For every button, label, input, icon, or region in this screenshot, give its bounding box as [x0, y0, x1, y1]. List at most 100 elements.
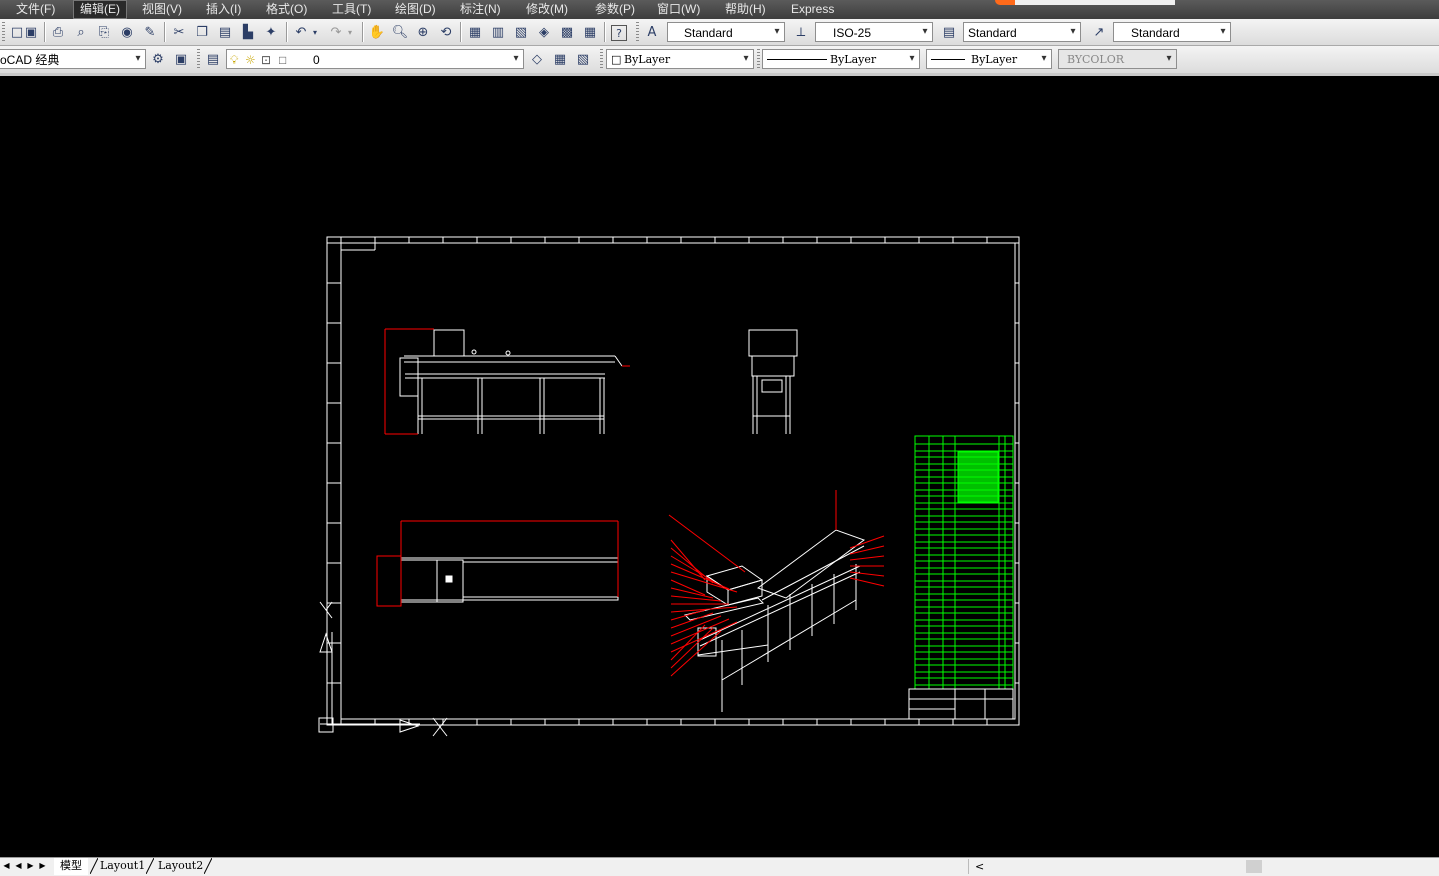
horizontal-scrollbar[interactable]: < [968, 859, 1439, 874]
prev-tab-icon[interactable]: ◀ [13, 859, 24, 873]
scroll-left-icon[interactable]: < [975, 859, 984, 874]
next-tab-icon[interactable]: ▶ [25, 859, 36, 873]
table-style-icon[interactable]: ▤ [940, 23, 958, 41]
menu-help[interactable]: 帮助(H) [719, 1, 772, 18]
pan-icon[interactable]: ✋ [368, 23, 386, 41]
workspace-settings-icon[interactable]: ⚙ [149, 50, 167, 68]
menu-tools[interactable]: 工具(T) [326, 1, 377, 18]
layer-on-icon: 💡︎ [230, 53, 239, 67]
markup-icon[interactable]: ▩ [558, 23, 576, 41]
menu-file[interactable]: 文件(F) [10, 1, 61, 18]
menu-express[interactable]: Express [785, 1, 840, 18]
toolbar-grip[interactable] [197, 49, 200, 69]
undo-icon[interactable]: ↶ [292, 23, 310, 41]
scroll-thumb[interactable] [1246, 860, 1262, 873]
dim-style-select[interactable]: ISO-25 ▾ [815, 22, 933, 42]
linetype-control-select[interactable]: ByLayer ▾ [762, 49, 920, 69]
table-style-select[interactable]: Standard ▾ [963, 22, 1081, 42]
design-center-icon[interactable]: ▥ [489, 23, 507, 41]
ucs-icon [318, 601, 448, 737]
tab-model[interactable]: 模型 [54, 858, 88, 875]
toolbar-grip[interactable] [636, 22, 639, 42]
layer-states-icon[interactable]: ▦ [551, 50, 569, 68]
side-view [748, 329, 798, 434]
chevron-down-icon: ▾ [1070, 26, 1076, 37]
layer-previous-icon[interactable]: ▧ [574, 50, 592, 68]
balloon-leader [668, 514, 746, 573]
menu-format[interactable]: 格式(O) [260, 1, 313, 18]
print-icon[interactable]: ⎙ [49, 23, 67, 41]
paste-icon[interactable]: ▤ [216, 23, 234, 41]
chevron-down-icon: ▾ [513, 53, 519, 64]
toolbar-grip[interactable] [2, 22, 5, 42]
lineweight-preview [931, 59, 965, 60]
layout-tab-bar: ◀ ◀ ▶ ▶ 模型 Layout1 Layout2 < [0, 857, 1439, 876]
model-space-canvas[interactable] [0, 76, 1439, 857]
color-control-select[interactable]: □ ByLayer ▾ [606, 49, 754, 69]
layer-lock-icon: ⊡ [261, 53, 272, 67]
sheet-set-icon[interactable]: ◈ [535, 23, 553, 41]
undo-dropdown-icon[interactable]: ▾ [310, 23, 320, 41]
chevron-down-icon: ▾ [1041, 53, 1047, 64]
balloon-leader [849, 555, 885, 561]
balloon-leader [670, 612, 714, 629]
plotstyle-control-select: BYCOLOR ▾ [1058, 49, 1177, 69]
toolbar-grip[interactable] [600, 49, 603, 69]
menu-parametric[interactable]: 参数(P) [589, 1, 641, 18]
layer-properties-icon[interactable]: ▤ [204, 50, 222, 68]
properties-icon[interactable]: ▦ [466, 23, 484, 41]
dim-style-icon[interactable]: ⟂ [792, 23, 810, 41]
cut-icon[interactable]: ✂ [170, 23, 188, 41]
help-icon[interactable]: ? [611, 25, 627, 41]
layer-color-swatch: □ [279, 53, 287, 67]
tab-layout1[interactable]: Layout1 [94, 858, 151, 874]
workspace-customize-icon[interactable]: ▣ [172, 50, 190, 68]
balloon-leader [670, 595, 722, 602]
front-view [399, 329, 623, 434]
layer-select[interactable]: 💡︎ ☼ ⊡ □ 0 ▾ [226, 49, 524, 69]
menu-bar: 文件(F) 编辑(E) 视图(V) 插入(I) 格式(O) 工具(T) 绘图(D… [0, 0, 1439, 19]
balloon-leader [849, 577, 885, 587]
top-view [400, 557, 619, 603]
first-tab-icon[interactable]: ◀ [1, 859, 12, 873]
balloon-leader [670, 563, 730, 590]
publish-icon[interactable]: ⎘ [95, 23, 113, 41]
mleader-style-icon[interactable]: ↗ [1090, 23, 1108, 41]
redo-icon[interactable]: ↷ [327, 23, 345, 41]
zoom-realtime-icon[interactable]: 🔍︎ [391, 23, 409, 41]
title-block-footer [908, 688, 1014, 720]
linetype-preview [767, 59, 827, 60]
block-editor-icon[interactable]: ✦ [262, 23, 280, 41]
menu-view[interactable]: 视图(V) [136, 1, 188, 18]
copy-icon[interactable]: ❐ [193, 23, 211, 41]
tool-palettes-icon[interactable]: ▧ [512, 23, 530, 41]
menu-modify[interactable]: 修改(M) [520, 1, 574, 18]
text-style-select[interactable]: Standard ▾ [667, 22, 785, 42]
plot-preview-icon[interactable]: ⌕ [72, 23, 90, 41]
menu-draw[interactable]: 绘图(D) [389, 1, 442, 18]
etransmit-icon[interactable]: ✎ [141, 23, 159, 41]
make-current-layer-icon[interactable]: ◇ [528, 50, 546, 68]
save-icon[interactable]: ▣ [22, 23, 40, 41]
3dwf-icon[interactable]: ◉ [118, 23, 136, 41]
zoom-previous-icon[interactable]: ⟲ [437, 23, 455, 41]
menu-window[interactable]: 窗口(W) [651, 1, 706, 18]
menu-dimension[interactable]: 标注(N) [454, 1, 507, 18]
chevron-down-icon: ▾ [1220, 26, 1226, 37]
title-block [914, 435, 1014, 690]
zoom-window-icon[interactable]: ⊕ [414, 23, 432, 41]
isometric-view [684, 529, 866, 712]
toolbar-grip[interactable] [757, 49, 760, 69]
menu-edit[interactable]: 编辑(E) [73, 0, 127, 19]
lineweight-control-select[interactable]: ByLayer ▾ [926, 49, 1052, 69]
quickcalc-icon[interactable]: ▦ [581, 23, 599, 41]
mleader-style-select[interactable]: Standard ▾ [1113, 22, 1231, 42]
last-tab-icon[interactable]: ▶ [37, 859, 48, 873]
workspace-select[interactable]: oCAD 经典 ▾ [0, 49, 146, 69]
match-properties-icon[interactable]: ▙ [239, 23, 257, 41]
tab-layout2[interactable]: Layout2 [152, 858, 209, 874]
text-style-icon[interactable]: A [643, 23, 661, 41]
balloon-leader [670, 555, 722, 587]
redo-dropdown-icon[interactable]: ▾ [345, 23, 355, 41]
menu-insert[interactable]: 插入(I) [200, 1, 247, 18]
